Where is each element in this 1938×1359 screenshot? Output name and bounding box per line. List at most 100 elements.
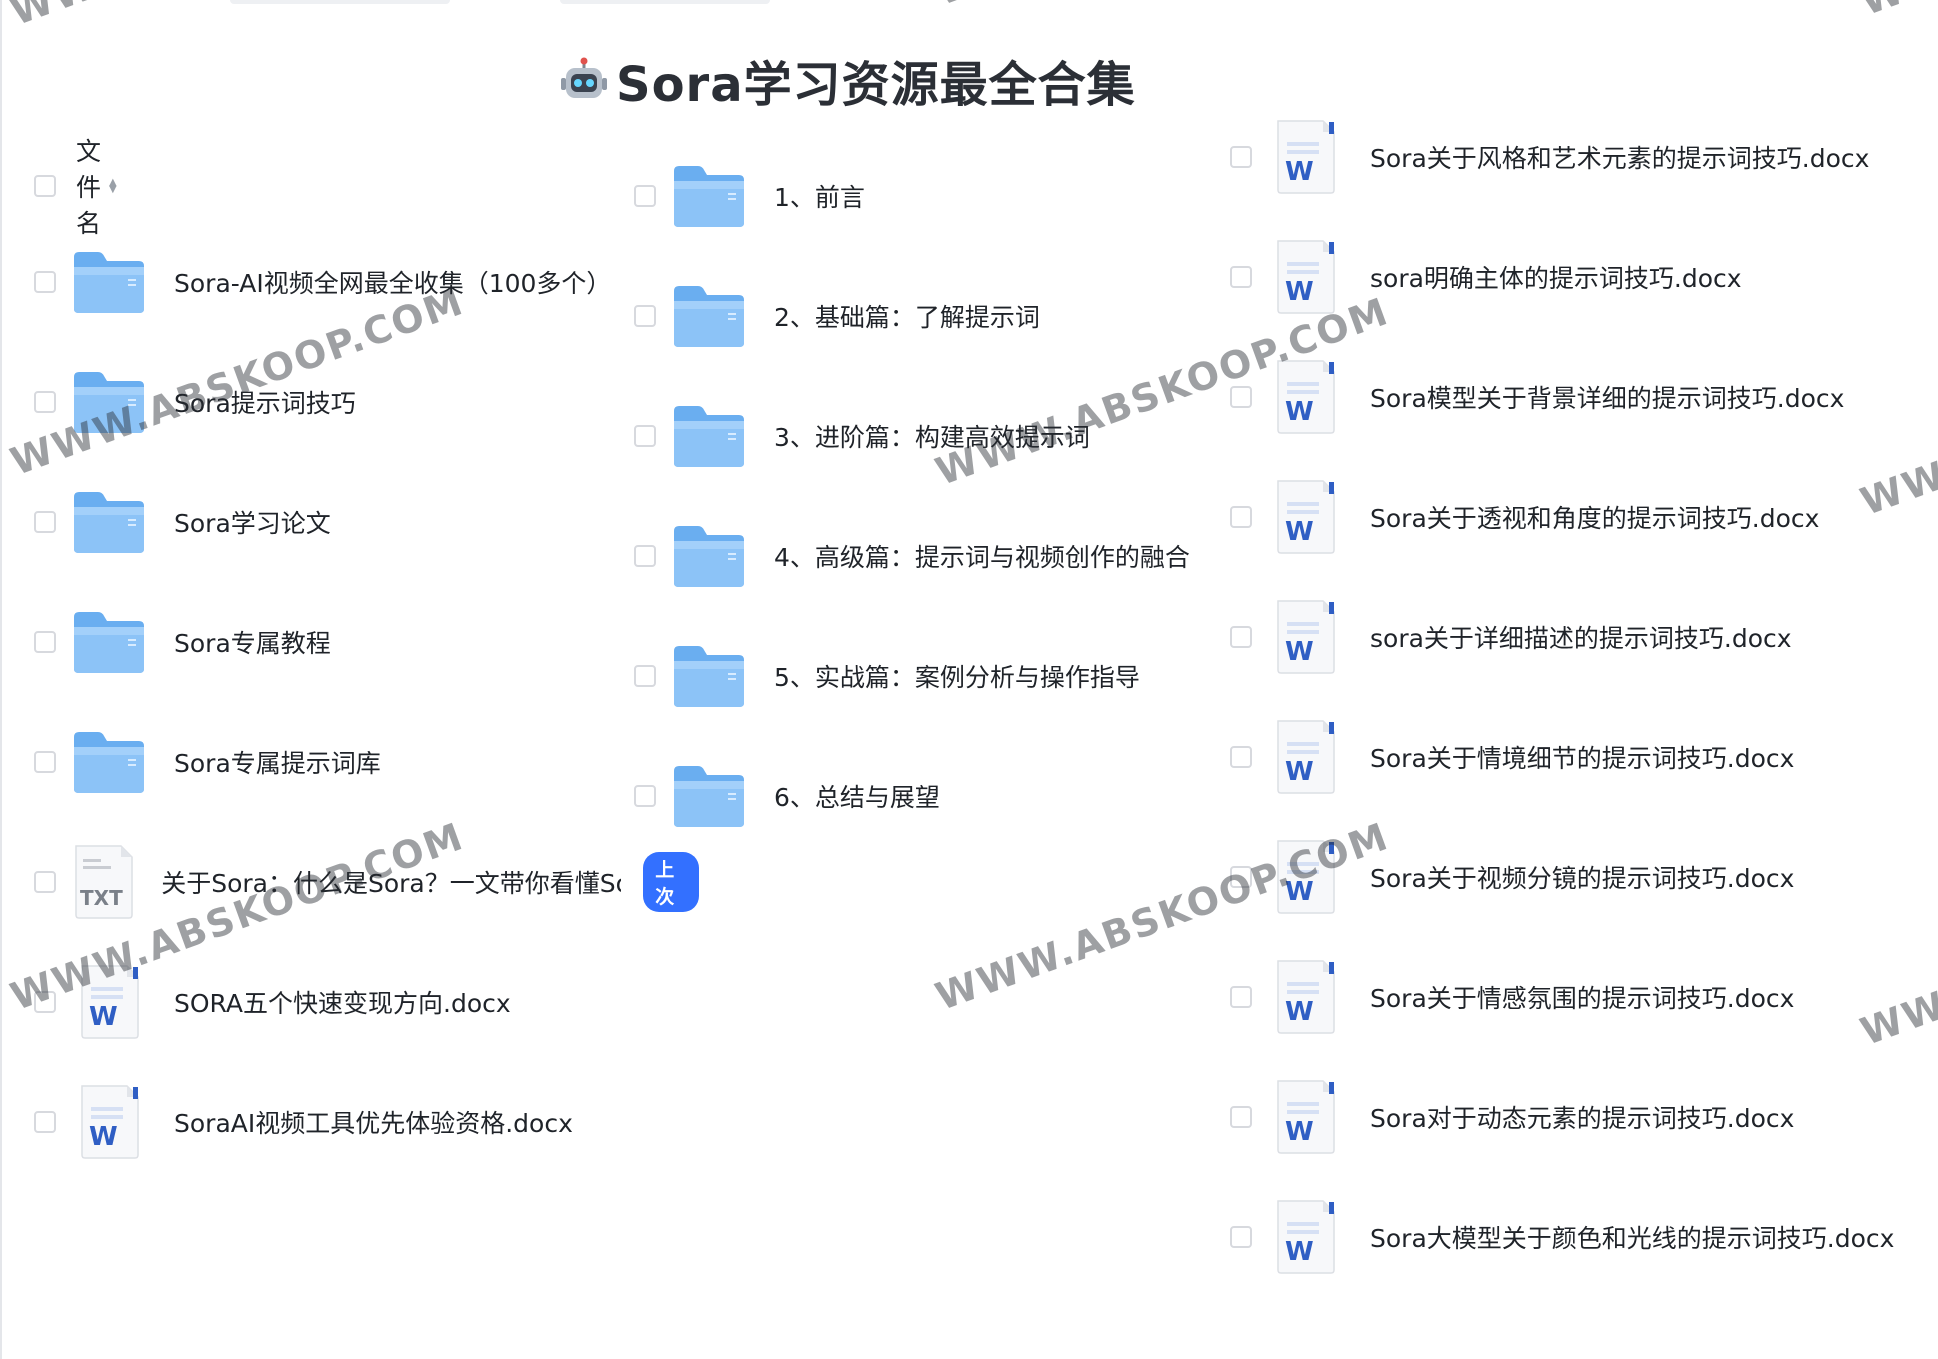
folder-row[interactable]: Sora专属教程: [34, 592, 331, 692]
file-row[interactable]: W SoraAI视频工具优先体验资格.docx: [34, 1072, 573, 1172]
row-checkbox[interactable]: [634, 545, 656, 567]
row-checkbox[interactable]: [1230, 626, 1252, 648]
file-row[interactable]: W SORA五个快速变现方向.docx: [34, 952, 511, 1052]
file-name[interactable]: SORA五个快速变现方向.docx: [174, 984, 511, 1020]
row-checkbox[interactable]: [34, 751, 56, 773]
row-checkbox[interactable]: [1230, 386, 1252, 408]
file-name[interactable]: Sora提示词技巧: [174, 384, 356, 420]
row-checkbox[interactable]: [34, 511, 56, 533]
robot-icon: [561, 57, 607, 98]
file-name[interactable]: Sora大模型关于颜色和光线的提示词技巧.docx: [1370, 1219, 1894, 1255]
row-checkbox[interactable]: [1230, 506, 1252, 528]
file-icon-wrap: W: [70, 963, 148, 1041]
row-checkbox[interactable]: [1230, 866, 1252, 888]
file-name[interactable]: 4、高级篇：提示词与视频创作的融合: [774, 538, 1189, 574]
file-name[interactable]: SoraAI视频工具优先体验资格.docx: [174, 1104, 573, 1140]
row-checkbox[interactable]: [634, 185, 656, 207]
file-name[interactable]: Sora关于风格和艺术元素的提示词技巧.docx: [1370, 139, 1869, 175]
row-checkbox[interactable]: [1230, 146, 1252, 168]
row-checkbox[interactable]: [34, 271, 56, 293]
watermark-text: WWW.ABSKOOP.COM: [5, 0, 470, 34]
row-checkbox[interactable]: [1230, 986, 1252, 1008]
watermark-text: WWW.ABSKOOP.COM: [1855, 0, 1938, 24]
file-icon-wrap: [70, 489, 148, 555]
file-row[interactable]: W Sora关于情感氛围的提示词技巧.docx: [1230, 947, 1794, 1047]
top-fragment: [230, 0, 450, 4]
file-name[interactable]: Sora对于动态元素的提示词技巧.docx: [1370, 1099, 1794, 1135]
left-border: [0, 0, 2, 1359]
word-doc-icon: W: [1277, 240, 1335, 314]
row-checkbox[interactable]: [634, 785, 656, 807]
row-checkbox[interactable]: [34, 871, 56, 893]
file-name[interactable]: Sora关于情感氛围的提示词技巧.docx: [1370, 979, 1794, 1015]
row-checkbox[interactable]: [34, 631, 56, 653]
word-doc-icon: W: [1277, 1080, 1335, 1154]
file-icon-wrap: [70, 609, 148, 675]
sort-by-name[interactable]: 文件名: [76, 132, 101, 240]
folder-row[interactable]: 2、基础篇：了解提示词: [634, 266, 1040, 366]
folder-icon: [74, 252, 144, 313]
row-checkbox[interactable]: [34, 1111, 56, 1133]
file-icon-wrap: W: [70, 1083, 148, 1161]
folder-icon: [74, 732, 144, 793]
page-title: Sora学习资源最全合集: [560, 48, 1136, 113]
recent-badge: 上次: [643, 852, 700, 912]
row-checkbox[interactable]: [34, 991, 56, 1013]
top-fragment: [560, 0, 770, 4]
row-checkbox[interactable]: [634, 425, 656, 447]
file-name[interactable]: 关于Sora：什么是Sora？一文带你看懂Sora！.txt: [161, 864, 621, 900]
row-checkbox[interactable]: [1230, 1106, 1252, 1128]
word-doc-icon: W: [1277, 720, 1335, 794]
file-row[interactable]: W Sora大模型关于颜色和光线的提示词技巧.docx: [1230, 1187, 1894, 1287]
folder-row[interactable]: 6、总结与展望: [634, 746, 940, 846]
file-row[interactable]: W Sora关于视频分镜的提示词技巧.docx: [1230, 827, 1794, 927]
file-name[interactable]: 3、进阶篇：构建高效提示词: [774, 418, 1090, 454]
file-icon-wrap: [670, 283, 748, 349]
word-doc-icon: W: [1277, 960, 1335, 1034]
sort-icon[interactable]: ▲ ▼: [109, 178, 117, 195]
row-checkbox[interactable]: [1230, 266, 1252, 288]
file-row[interactable]: TXT 关于Sora：什么是Sora？一文带你看懂Sora！.txt 上次: [34, 832, 700, 932]
file-name[interactable]: Sora专属教程: [174, 624, 331, 660]
svg-text:W: W: [1285, 997, 1314, 1027]
file-name[interactable]: 6、总结与展望: [774, 778, 940, 814]
file-name[interactable]: 5、实战篇：案例分析与操作指导: [774, 658, 1140, 694]
select-all-checkbox[interactable]: [34, 175, 56, 197]
file-icon-wrap: W: [1266, 718, 1344, 796]
row-checkbox[interactable]: [1230, 1226, 1252, 1248]
svg-text:W: W: [1285, 1237, 1314, 1267]
file-name[interactable]: Sora学习论文: [174, 504, 331, 540]
row-checkbox[interactable]: [634, 305, 656, 327]
row-checkbox[interactable]: [34, 391, 56, 413]
file-icon-wrap: [670, 523, 748, 589]
folder-row[interactable]: 4、高级篇：提示词与视频创作的融合: [634, 506, 1189, 606]
row-checkbox[interactable]: [1230, 746, 1252, 768]
file-row[interactable]: Wsora明确主体的提示词技巧.docx: [1230, 227, 1742, 327]
file-name[interactable]: Sora关于情境细节的提示词技巧.docx: [1370, 739, 1794, 775]
file-row[interactable]: W Sora关于情境细节的提示词技巧.docx: [1230, 707, 1794, 807]
file-name[interactable]: sora关于详细描述的提示词技巧.docx: [1370, 619, 1792, 655]
file-name[interactable]: Sora-AI视频全网最全收集（100多个）: [174, 264, 611, 300]
file-name[interactable]: Sora专属提示词库: [174, 744, 381, 780]
file-row[interactable]: W Sora模型关于背景详细的提示词技巧.docx: [1230, 347, 1844, 447]
file-name[interactable]: 2、基础篇：了解提示词: [774, 298, 1040, 334]
file-row[interactable]: Wsora关于详细描述的提示词技巧.docx: [1230, 587, 1792, 687]
folder-row[interactable]: Sora-AI视频全网最全收集（100多个）: [34, 232, 611, 332]
folder-row[interactable]: 1、前言: [634, 146, 865, 246]
folder-row[interactable]: Sora专属提示词库: [34, 712, 381, 812]
folder-row[interactable]: Sora提示词技巧: [34, 352, 356, 452]
file-row[interactable]: W Sora关于风格和艺术元素的提示词技巧.docx: [1230, 107, 1869, 207]
file-name[interactable]: 1、前言: [774, 178, 865, 214]
file-name[interactable]: Sora模型关于背景详细的提示词技巧.docx: [1370, 379, 1844, 415]
file-row[interactable]: W Sora对于动态元素的提示词技巧.docx: [1230, 1067, 1794, 1167]
file-name[interactable]: Sora关于视频分镜的提示词技巧.docx: [1370, 859, 1794, 895]
file-icon-wrap: [70, 249, 148, 315]
row-checkbox[interactable]: [634, 665, 656, 687]
folder-row[interactable]: Sora学习论文: [34, 472, 331, 572]
file-name[interactable]: Sora关于透视和角度的提示词技巧.docx: [1370, 499, 1819, 535]
file-name[interactable]: sora明确主体的提示词技巧.docx: [1370, 259, 1742, 295]
file-row[interactable]: W Sora关于透视和角度的提示词技巧.docx: [1230, 467, 1819, 567]
word-doc-icon: W: [1277, 480, 1335, 554]
folder-row[interactable]: 3、进阶篇：构建高效提示词: [634, 386, 1090, 486]
folder-row[interactable]: 5、实战篇：案例分析与操作指导: [634, 626, 1140, 726]
